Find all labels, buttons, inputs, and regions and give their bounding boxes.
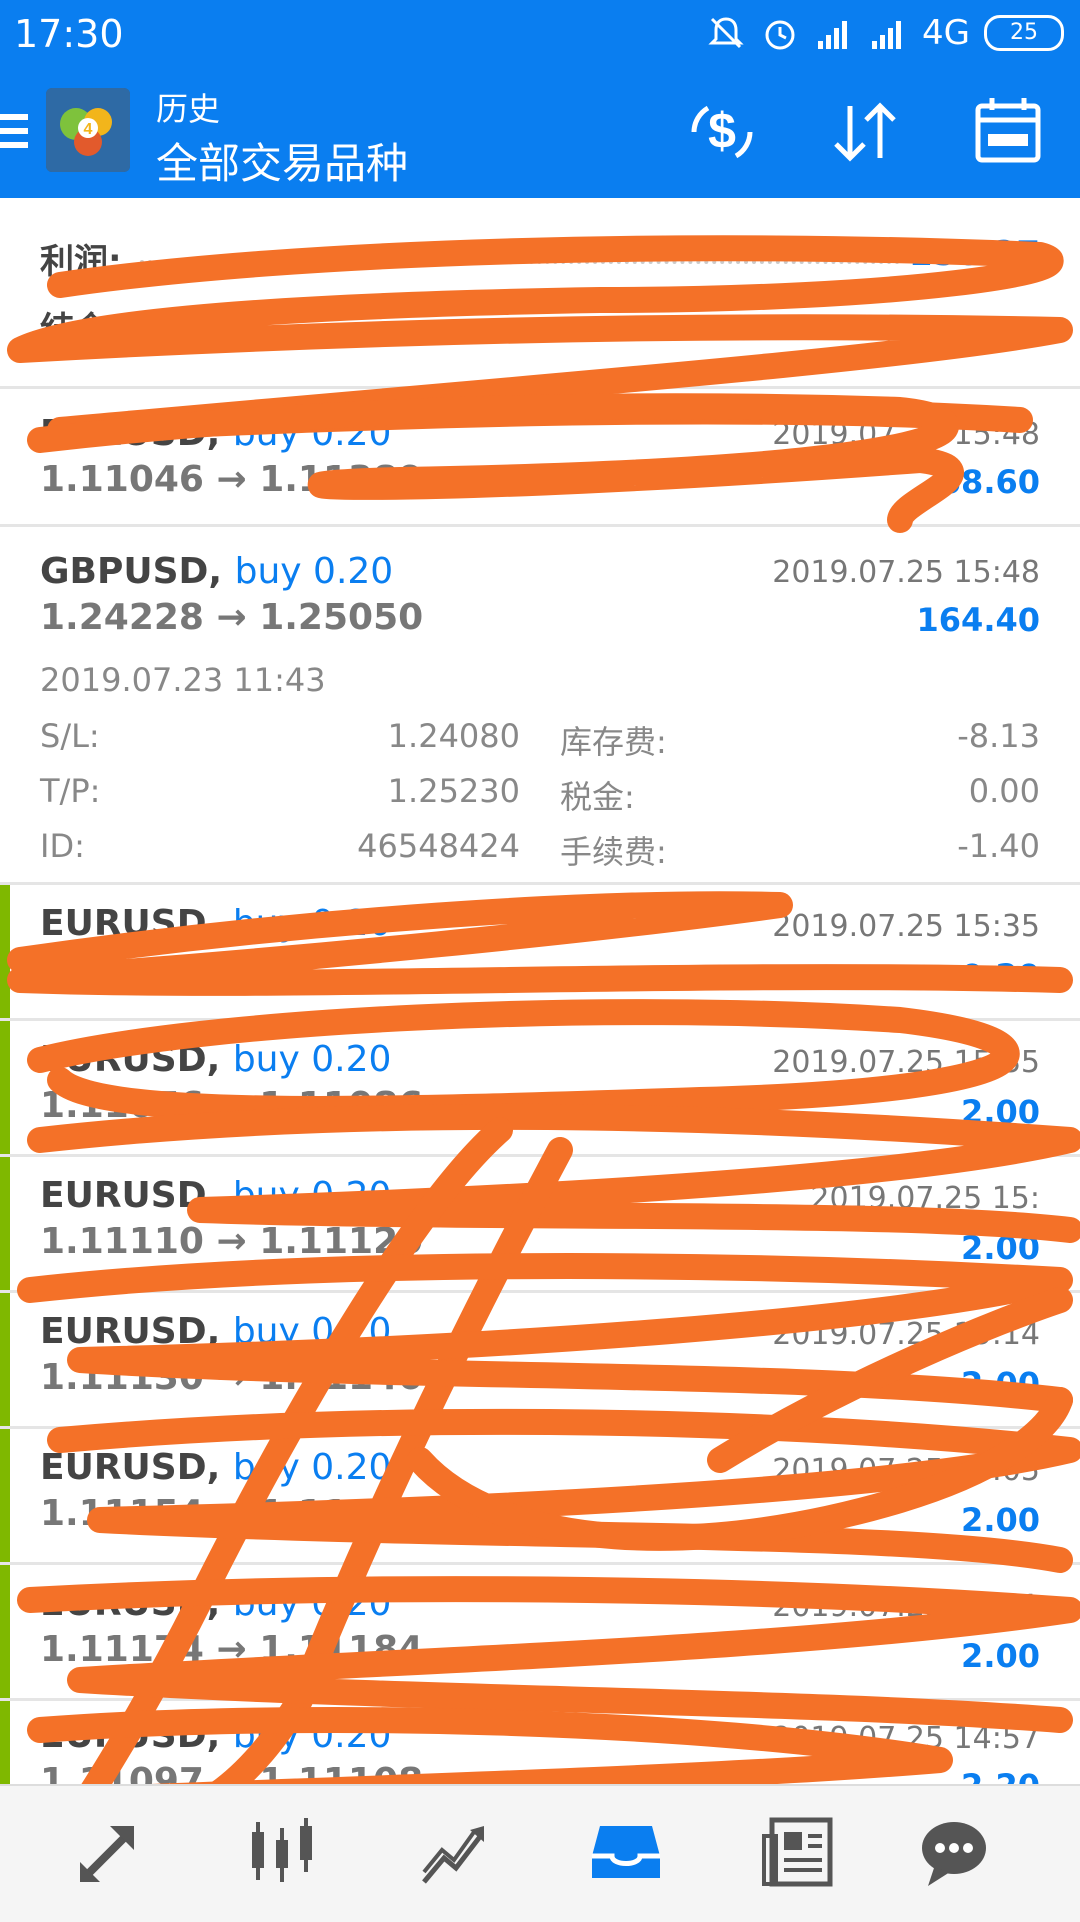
battery-indicator: 25 [984,15,1064,51]
trade-symbol: EURUSD, buy 0.20 [40,1175,392,1216]
trade-date: 2019.07.25 14:57 [772,1721,1040,1756]
trade-symbol: EURUSD, buy 0.20 [40,1447,392,1488]
page-subtitle: 历史 [156,90,221,128]
network-type: 4G [922,13,970,53]
mt4-logo: 4 [46,88,130,172]
trade-price: 1.11046 → 1.11389 [40,459,424,500]
trade-price: 1.11076 → 1.11086 [40,1085,424,1126]
signal-icon [872,21,902,49]
id-value: 46548424 [357,827,520,865]
chart-icon[interactable] [242,1812,322,1892]
trade-row[interactable]: EURUSD, buy 0.20 1.11046 → 1.11389 2019.… [0,389,1080,524]
trade-profit: 68.60 [938,463,1040,501]
balance-row: 结余: [40,302,1040,352]
sl-label: S/L: [40,717,100,755]
profit-label: 利润: [40,242,122,282]
swap-label: 库存费: [560,723,667,761]
trade-price: 1.11110 → 1.11120 [40,1221,424,1262]
svg-text:4: 4 [84,121,93,138]
trade-profit: 2.00 [961,1365,1040,1403]
trade-row[interactable]: EURUSD, buy 0.20 1.11154 → 1.11164 2019.… [0,1429,1080,1562]
fee-value: -1.40 [957,827,1040,865]
summary-panel: 利润: 156.27 结余: [0,198,1080,388]
id-label: ID: [40,827,85,865]
trade-date: 2019.07.25 15:14 [772,1317,1040,1352]
trade-price: 1.11097 → 1.11108 [40,1761,424,1784]
page-title[interactable]: 全部交易品种 [156,130,408,191]
trade-profit: 2.00 [961,1637,1040,1675]
trade-date: 2019.07.25 15:01 [772,1589,1040,1624]
trade-symbol: EURUSD, buy 0.20 [40,413,392,454]
trade-row[interactable]: EURUSD, buy 0.20 1.11130 → 1.11140 2019.… [0,1293,1080,1426]
status-time: 17:30 [14,12,124,56]
trade-row[interactable]: EURUSD, buy 0.20 2019.07.25 15:35 0.20 [0,885,1080,1018]
signal-icon [818,21,848,49]
trade-icon[interactable] [70,1812,150,1892]
trade-symbol: EURUSD, buy 0.20 [40,1583,392,1624]
menu-icon[interactable] [0,114,28,154]
trade-price: 1.11130 → 1.11140 [40,1357,424,1398]
history-icon[interactable] [586,1812,666,1892]
trade-row[interactable]: EURUSD, buy 0.20 1.11174 → 1.11184 2019.… [0,1565,1080,1698]
trade-symbol: EURUSD, buy 0.20 [40,1039,392,1080]
trade-price: 1.24228 → 1.25050 [40,597,424,638]
trade-symbol: EURUSD, buy 0.20 [40,1311,392,1352]
fee-label: 手续费: [560,833,667,871]
trade-profit: 2.20 [961,1767,1040,1784]
svg-text:$: $ [708,103,736,159]
calendar-icon[interactable] [968,92,1048,172]
bottom-nav [0,1784,1080,1922]
trade-price: 1.11154 → 1.11164 [40,1493,424,1534]
trade-symbol: GBPUSD, buy 0.20 [40,551,394,592]
trade-date: 2019.07.25 15:35 [772,1045,1040,1080]
balance-label: 结余: [40,310,122,350]
open-time: 2019.07.23 11:43 [40,661,326,699]
analytics-icon[interactable] [414,1812,494,1892]
trade-row[interactable]: EURUSD, buy 0.20 1.11110 → 1.11120 2019.… [0,1157,1080,1290]
trade-profit: 2.00 [961,1229,1040,1267]
trade-date: 2019.07.25 15: [810,1181,1040,1216]
tax-value: 0.00 [968,772,1040,810]
trade-price: 1.11174 → 1.11184 [40,1629,424,1670]
profit-row: 利润: 156.27 [40,234,1040,284]
swap-value: -8.13 [957,717,1040,755]
trade-symbol: EURUSD, buy 0.20 [40,903,392,944]
trade-profit: 2.00 [961,1093,1040,1131]
trade-date: 2019.07.25 15:35 [772,909,1040,944]
app-bar: 4 历史 全部交易品种 $ [0,66,1080,198]
status-icons: 4G 25 [706,10,1064,56]
chat-icon[interactable] [914,1812,994,1892]
trade-profit: 0.20 [961,957,1040,995]
trade-row[interactable]: EURUSD, buy 0.20 1.11076 → 1.11086 2019.… [0,1021,1080,1154]
mute-icon [708,17,744,49]
tp-label: T/P: [40,772,101,810]
profit-value: 156.27 [908,234,1040,274]
trade-profit: 2.00 [961,1501,1040,1539]
trade-row[interactable]: EURUSD, buy 0.20 1.11097 → 1.11108 2019.… [0,1701,1080,1784]
trade-profit: 164.40 [916,601,1040,639]
deposit-icon[interactable]: $ [682,92,762,172]
trade-date: 2019.07.25 15:48 [772,555,1040,590]
trade-date: 2019.07.25 15:48 [772,417,1040,452]
sl-value: 1.24080 [387,717,520,755]
sort-icon[interactable] [824,92,904,172]
news-icon[interactable] [758,1812,838,1892]
tax-label: 税金: [560,778,635,816]
trade-symbol: EURUSD, buy 0.20 [40,1715,392,1756]
status-bar: 17:30 4G 25 [0,0,1080,66]
trade-date: 2019.07.25 15:05 [772,1453,1040,1488]
alarm-icon [765,20,795,50]
trade-row-expanded[interactable]: GBPUSD, buy 0.20 1.24228 → 1.25050 2019.… [0,527,1080,882]
tp-value: 1.25230 [387,772,520,810]
